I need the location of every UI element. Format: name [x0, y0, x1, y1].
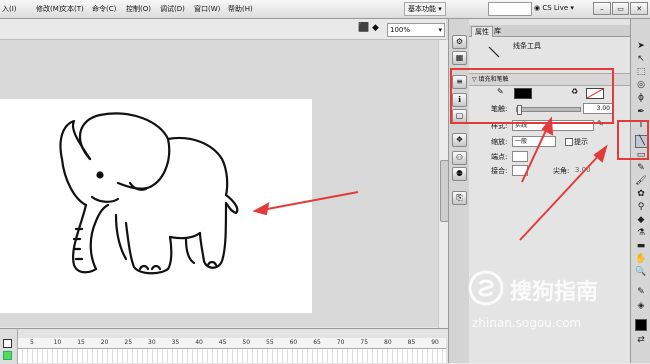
menu-control[interactable]: 控制(O) — [126, 4, 151, 14]
cap-label: 端点: — [491, 153, 508, 161]
frame-number: 65 — [313, 339, 321, 346]
frame-number: 10 — [53, 339, 62, 346]
lasso-tool-icon[interactable]: ϕ — [635, 93, 647, 104]
menu-text[interactable]: 文本(T) — [60, 4, 84, 14]
tools-toolbar: ➤ ↖ ⬚ ◎ ϕ ✒ T ╲ ▭ ✎ 🖌 ✿ ⚲ ◆ ⚗ ▬ ✋ 🔍 ✎ ◈ … — [630, 19, 650, 363]
sogou-logo-icon — [468, 270, 504, 306]
close-button[interactable]: ✕ — [630, 2, 649, 15]
watermark-title: 搜狗指南 — [510, 280, 599, 305]
line-tool-icon — [488, 46, 500, 58]
frame-number: 75 — [360, 339, 369, 346]
window-controls: – ▭ ✕ — [593, 2, 649, 15]
pen-tool-icon[interactable]: ✒ — [635, 107, 647, 118]
chevron-down-icon: ▾ — [438, 26, 442, 34]
frame-number: 15 — [77, 339, 85, 346]
restore-button[interactable]: ▭ — [611, 2, 630, 15]
menu-insert[interactable]: 入(I) — [2, 4, 17, 14]
components-icon[interactable]: ❖ — [452, 133, 467, 147]
frame-number: 50 — [242, 339, 251, 346]
menu-help[interactable]: 帮助(H) — [228, 4, 253, 14]
edit-symbols-icon[interactable]: ⬛ — [358, 23, 369, 33]
scale-label: 缩放: — [491, 138, 508, 146]
cs-live-button[interactable]: ◉ CS Live ▾ — [534, 4, 574, 12]
annotation-highlight-fill-stroke — [450, 68, 614, 124]
miter-label: 尖角: — [553, 167, 570, 175]
frame-number: 35 — [171, 339, 180, 346]
menu-commands[interactable]: 命令(C) — [92, 4, 116, 14]
color-panel-icon[interactable]: ▦ — [452, 51, 467, 65]
frame-number: 40 — [195, 339, 203, 346]
paint-bucket-tool-icon[interactable]: ◆ — [635, 215, 647, 226]
tab-properties[interactable]: 属性 — [471, 26, 493, 37]
join-select[interactable] — [512, 165, 528, 176]
tab-library[interactable]: 库 — [491, 26, 504, 36]
frame-number: 55 — [266, 339, 274, 346]
cs-live-label: CS Live — [542, 4, 569, 12]
layer-lock-icon[interactable] — [3, 339, 12, 348]
cap-select[interactable] — [512, 151, 528, 162]
workspace-switcher[interactable]: 基本功能 ▾ — [404, 2, 446, 16]
zoom-value: 100% — [390, 26, 411, 34]
timeline-panel: 5 10 15 20 25 30 35 40 45 50 55 60 65 70 75 80 85 90 — [0, 328, 448, 364]
component-inspector-icon[interactable]: ⚇ — [452, 151, 467, 165]
deco-tool-icon[interactable]: ✿ — [635, 189, 647, 200]
3d-rotation-tool-icon[interactable]: ◎ — [635, 80, 647, 91]
frame-number: 20 — [100, 339, 109, 346]
frame-number: 90 — [431, 339, 439, 346]
menu-bar: 入(I) 修改(M) 文本(T) 命令(C) 控制(O) 调试(D) 窗口(W)… — [0, 0, 650, 19]
eraser-tool-icon[interactable]: ▬ — [635, 241, 647, 252]
hint-checkbox[interactable] — [565, 138, 573, 146]
menu-modify[interactable]: 修改(M) — [36, 4, 62, 14]
hint-label: 提示 — [574, 138, 588, 146]
tool-name: 线条工具 — [513, 42, 541, 50]
edit-scene-icon[interactable]: ◆ — [372, 23, 379, 33]
document-area: ⬛ ◆ 100% ▾ — [0, 19, 449, 343]
stage-canvas[interactable] — [0, 99, 312, 313]
layer-active-icon[interactable] — [3, 351, 12, 360]
menu-window[interactable]: 窗口(W) — [194, 4, 220, 14]
frame-number: 5 — [30, 339, 34, 346]
watermark-url: zhinan.sogou.com — [472, 316, 582, 330]
frame-number: 70 — [336, 339, 345, 346]
frame-ruler[interactable]: 5 10 15 20 25 30 35 40 45 50 55 60 65 70 75 80 85 90 — [18, 338, 446, 349]
behaviors-icon[interactable]: ⚉ — [452, 167, 467, 181]
document-toolbar: ⬛ ◆ 100% ▾ — [0, 19, 446, 40]
annotation-highlight-line-tool — [617, 120, 649, 160]
selection-tool-icon[interactable]: ➤ — [635, 41, 647, 52]
elephant-drawing — [59, 112, 239, 275]
frame-number: 25 — [124, 339, 133, 346]
pencil-tool-icon[interactable]: ✎ — [635, 163, 647, 174]
join-label: 接合: — [491, 167, 508, 175]
fill-color-tool-icon[interactable]: ◈ — [635, 301, 647, 312]
frame-number: 85 — [407, 339, 416, 346]
hand-tool-icon[interactable]: ✋ — [635, 254, 647, 265]
frame-number: 30 — [148, 339, 156, 346]
subselection-tool-icon[interactable]: ↖ — [635, 54, 647, 65]
free-transform-tool-icon[interactable]: ⬚ — [635, 67, 647, 78]
bone-tool-icon[interactable]: ⚲ — [635, 202, 647, 213]
scale-select-value: 一般 — [515, 138, 528, 145]
frame-number: 60 — [289, 339, 298, 346]
frame-number: 80 — [384, 339, 392, 346]
panel-tabs: 属性 库 — [469, 25, 630, 37]
zoom-select[interactable]: 100% ▾ — [387, 23, 445, 37]
swap-colors-icon[interactable]: ⇄ — [635, 335, 647, 346]
menu-debug[interactable]: 调试(D) — [160, 4, 185, 14]
layer-controls — [0, 329, 18, 364]
motion-editor-icon[interactable]: ⚙ — [452, 35, 467, 49]
vertical-scrollbar[interactable] — [438, 40, 449, 333]
stroke-color-tool-icon[interactable]: ✎ — [635, 287, 647, 298]
scale-select[interactable]: 一般 — [512, 136, 556, 147]
black-white-swatch[interactable] — [635, 319, 647, 331]
frame-number: 45 — [218, 339, 227, 346]
brush-tool-icon[interactable]: 🖌 — [635, 176, 647, 187]
eyedropper-tool-icon[interactable]: ⚗ — [635, 228, 647, 239]
minimize-button[interactable]: – — [593, 2, 611, 15]
zoom-tool-icon[interactable]: 🔍 — [635, 267, 647, 278]
frame-cells[interactable] — [18, 349, 446, 363]
history-panel-icon[interactable]: ⎘ — [452, 191, 467, 205]
miter-value[interactable]: 3.00 — [575, 166, 591, 174]
search-input[interactable] — [488, 2, 532, 16]
